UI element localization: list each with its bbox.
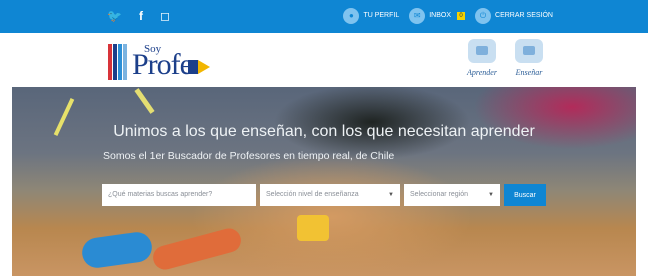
search-form: ¿Qué materias buscas aprender? Selección… — [102, 184, 546, 206]
region-select-value: Seleccionar región — [410, 191, 468, 198]
teach-link[interactable]: Enseñar — [509, 39, 549, 77]
hero-subtitle: Somos el 1er Buscador de Profesores en t… — [103, 150, 395, 162]
pencil-icon — [198, 60, 210, 74]
site-logo[interactable]: Soy Profe — [108, 40, 223, 84]
chalk-decoration — [80, 230, 154, 270]
profile-label: TU PERFIL — [363, 12, 400, 19]
inbox-icon: ✉ — [409, 8, 426, 24]
chevron-down-icon: ▼ — [488, 192, 494, 198]
pencil-body — [188, 60, 198, 74]
region-select[interactable]: Seleccionar región ▼ — [404, 184, 500, 206]
inbox-label: INBOX — [429, 12, 452, 19]
logout-icon: ⏻ — [475, 8, 492, 24]
chalk-decoration — [150, 225, 244, 273]
facebook-icon[interactable]: f — [139, 9, 143, 23]
level-select-value: Selección nivel de enseñanza — [266, 191, 359, 198]
subject-search-input[interactable]: ¿Qué materias buscas aprender? — [102, 184, 256, 206]
teach-label: Enseñar — [515, 68, 543, 77]
learn-label: Aprender — [467, 68, 497, 77]
logo-bars — [108, 44, 130, 80]
logout-label: CERRAR SESIÓN — [495, 12, 553, 19]
learn-link[interactable]: Aprender — [462, 39, 502, 77]
chevron-down-icon: ▼ — [388, 192, 394, 198]
top-bar: 🐦 f ◻ ● TU PERFIL ✉ INBOX 0 ⏻ CERRAR SES… — [0, 0, 648, 33]
inbox-count-badge: 0 — [457, 12, 466, 20]
inbox-link[interactable]: ✉ INBOX 0 — [409, 8, 466, 24]
chalk-decoration — [134, 88, 155, 114]
logo-profe: Profe — [132, 48, 193, 81]
social-links: 🐦 f ◻ — [107, 9, 170, 23]
chalk-decoration — [297, 215, 329, 241]
user-nav: ● TU PERFIL ✉ INBOX 0 ⏻ CERRAR SESIÓN — [343, 8, 553, 24]
user-icon: ● — [343, 8, 360, 24]
twitter-icon[interactable]: 🐦 — [107, 9, 122, 23]
hero-title: Unimos a los que enseñan, con los que ne… — [113, 123, 535, 140]
profile-link[interactable]: ● TU PERFIL — [343, 8, 399, 24]
hero-banner: Unimos a los que enseñan, con los que ne… — [12, 87, 636, 276]
logout-link[interactable]: ⏻ CERRAR SESIÓN — [475, 8, 553, 24]
instagram-icon[interactable]: ◻ — [160, 9, 170, 23]
teach-icon — [515, 39, 543, 63]
search-button[interactable]: Buscar — [504, 184, 546, 206]
site-header: Soy Profe Aprender Enseñar — [0, 33, 648, 87]
learn-icon — [468, 39, 496, 63]
level-select[interactable]: Selección nivel de enseñanza ▼ — [260, 184, 400, 206]
